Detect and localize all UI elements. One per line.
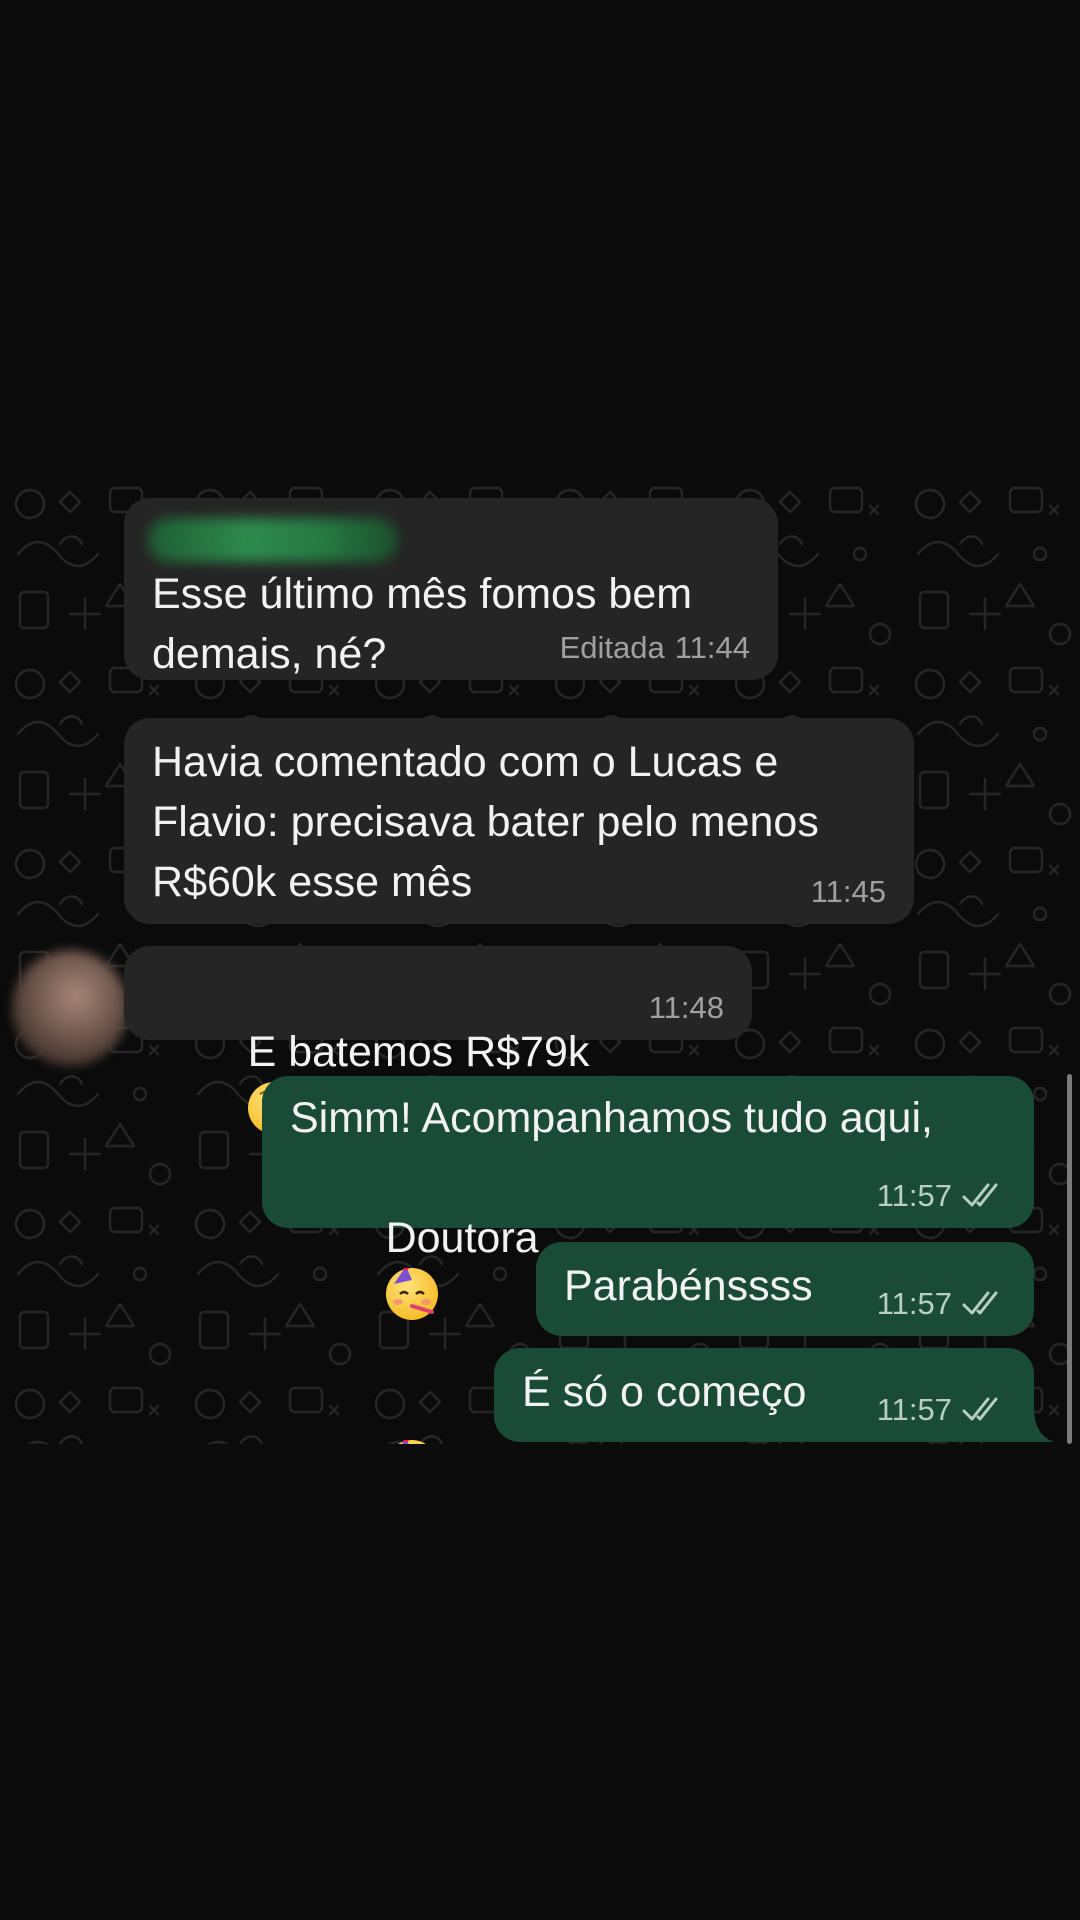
message-meta: 11:57 [877,1286,1006,1322]
message-time: 11:48 [648,990,724,1025]
partying-face-emoji [385,1440,438,1444]
redacted-sender-name [148,518,398,562]
incoming-message-bubble[interactable]: E batemos R$79k 11:48 [124,946,752,1134]
outgoing-message-bubble[interactable]: Parabénssss 11:57 [536,1242,1034,1336]
message-text-line: Havia comentado com o Lucas e [152,738,779,786]
message-meta: 11:57 [877,1392,1006,1428]
message-meta: 11:57 [877,1178,1006,1214]
message-time: 11:57 [876,1392,952,1427]
message-text: É só o começo [522,1368,807,1416]
scrollbar[interactable] [1067,1074,1072,1444]
bubble-tail [1026,1412,1054,1442]
message-meta: 11:48 [649,990,724,1026]
chat-conversation[interactable]: Esse último mês fomos bem demais, né? Ed… [0,474,1080,1444]
message-time: 11:44 [674,630,750,665]
read-double-check-icon [962,1397,998,1421]
screenshot: Esse último mês fomos bem demais, né? Ed… [0,0,1080,1920]
read-double-check-icon [962,1183,998,1207]
message-text-line: demais, né? [152,630,387,678]
edited-label: Editada [559,630,665,665]
incoming-message-bubble[interactable]: Esse último mês fomos bem demais, né? Ed… [124,498,778,680]
partying-face-emoji [385,1268,438,1320]
message-meta: Editada 11:44 [560,630,750,666]
outgoing-message-bubble[interactable]: É só o começo 11:57 [494,1348,1034,1442]
avatar[interactable] [12,950,128,1066]
message-text-line: Simm! Acompanhamos tudo aqui, [290,1094,933,1142]
message-text-line: R$60k esse mês [152,858,473,906]
message-meta: 11:45 [811,874,886,910]
incoming-message-bubble[interactable]: Havia comentado com o Lucas e Flavio: pr… [124,718,914,924]
message-time: 11:45 [810,874,886,909]
message-text-line: Flavio: precisava bater pelo menos [152,798,819,846]
read-double-check-icon [962,1291,998,1315]
message-text-content: Doutora [385,1214,539,1262]
message-text: Parabénssss [564,1262,813,1310]
message-time: 11:57 [876,1178,952,1213]
message-text-content: E batemos R$79k [247,1028,590,1076]
message-text-line: Esse último mês fomos bem [152,570,693,618]
outgoing-message-bubble[interactable]: Simm! Acompanhamos tudo aqui, Doutora 11… [262,1076,1034,1444]
message-time: 11:57 [876,1286,952,1321]
